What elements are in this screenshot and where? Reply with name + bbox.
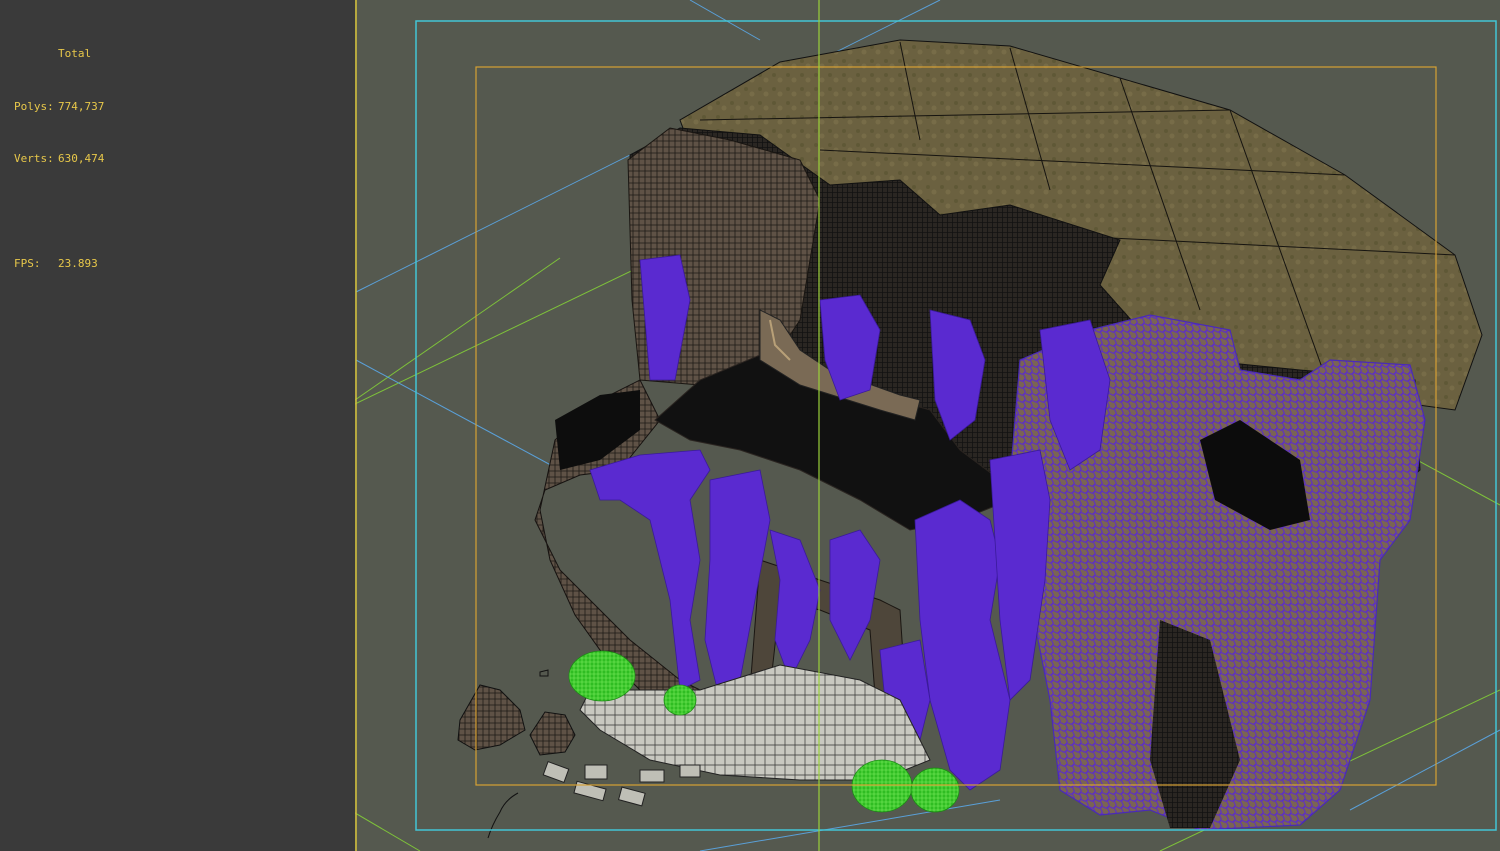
- root-line: [487, 792, 519, 839]
- verts-row: Verts: 630,474: [14, 152, 105, 165]
- loose-stones: [542, 761, 701, 807]
- pebble: [539, 669, 549, 677]
- small-rock-1[interactable]: [457, 684, 526, 751]
- fps-row: FPS: 23.893: [14, 257, 98, 270]
- statistics-overlay: Total Polys: 774,737 Verts: 630,474 FPS: 23…: [14, 10, 104, 308]
- polys-row: Polys: 774,737: [14, 99, 105, 113]
- 3d-viewport[interactable]: Total Polys: 774,737 Verts: 630,474 FPS: 23…: [0, 0, 1500, 851]
- stats-header: Total: [58, 47, 92, 60]
- small-rock-2[interactable]: [529, 711, 576, 756]
- stats-panel: Total Polys: 774,737 Verts: 630,474 FPS: 23…: [0, 0, 355, 851]
